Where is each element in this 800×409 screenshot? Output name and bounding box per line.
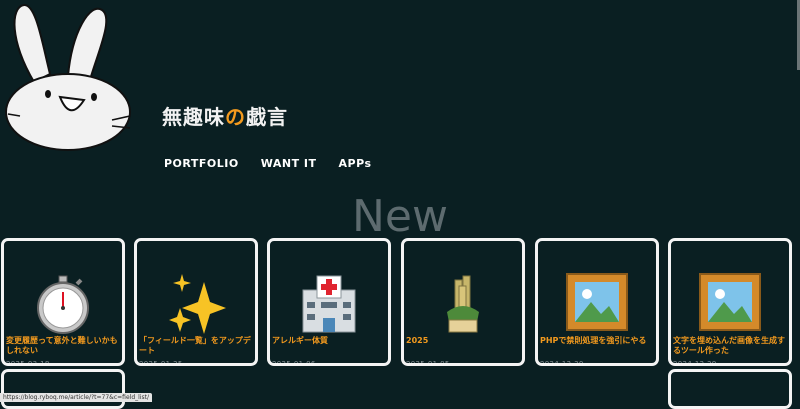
post-title: 2025 (406, 336, 429, 345)
site-logo-rabbit[interactable] (2, 2, 132, 152)
post-card[interactable] (1, 369, 125, 409)
post-title: 文字を埋め込んだ画像を生成するツール作った (673, 336, 785, 355)
post-card[interactable]: 2025 2025-01-05 (401, 238, 525, 366)
nav-portfolio[interactable]: PORTFOLIO (164, 157, 239, 170)
post-title: アレルギー体質 (272, 336, 328, 345)
rabbit-icon (5, 4, 131, 151)
post-date: 2024-12-29 (673, 360, 717, 366)
nav-apps[interactable]: APPs (339, 157, 372, 170)
kadomatsu-icon (404, 269, 522, 339)
post-card[interactable]: 「フィールド一覧」をアップデート 2025-01-25 (134, 238, 258, 366)
hospital-icon (270, 269, 388, 339)
post-title: PHPで禁則処理を強引にやる (540, 336, 647, 345)
main-nav: PORTFOLIO WANT IT APPs (164, 157, 372, 170)
status-bar-url: https://blog.ryboq.me/article/?t=77&c=fi… (0, 393, 152, 402)
post-date: 2024-12-30 (540, 360, 584, 366)
site-title[interactable]: 無趣味の戯言 (162, 101, 288, 130)
post-card[interactable]: 変更履歴って意外と難しいかもしれない 2025-03-18 (1, 238, 125, 366)
nav-want-it[interactable]: WANT IT (261, 157, 317, 170)
post-title: 変更履歴って意外と難しいかもしれない (6, 336, 118, 355)
post-card[interactable]: アレルギー体質 2025-01-06 (267, 238, 391, 366)
site-title-particle: の (225, 105, 246, 129)
post-card[interactable]: 文字を埋め込んだ画像を生成するツール作った 2024-12-29 (668, 238, 792, 366)
post-date: 2025-01-25 (139, 360, 183, 366)
section-heading-new: New (352, 191, 448, 242)
post-date: 2025-03-18 (6, 360, 50, 366)
post-date: 2025-01-06 (272, 360, 316, 366)
post-card[interactable] (668, 369, 792, 409)
stopwatch-icon (4, 269, 122, 339)
site-title-main: 無趣味 (162, 105, 225, 129)
post-date: 2025-01-05 (406, 360, 450, 366)
framed-picture-icon (671, 269, 789, 339)
post-card[interactable]: PHPで禁則処理を強引にやる 2024-12-30 (535, 238, 659, 366)
sparkles-icon (137, 269, 255, 339)
framed-picture-icon (538, 269, 656, 339)
site-title-end: 戯言 (246, 105, 288, 129)
post-title: 「フィールド一覧」をアップデート (139, 336, 251, 355)
